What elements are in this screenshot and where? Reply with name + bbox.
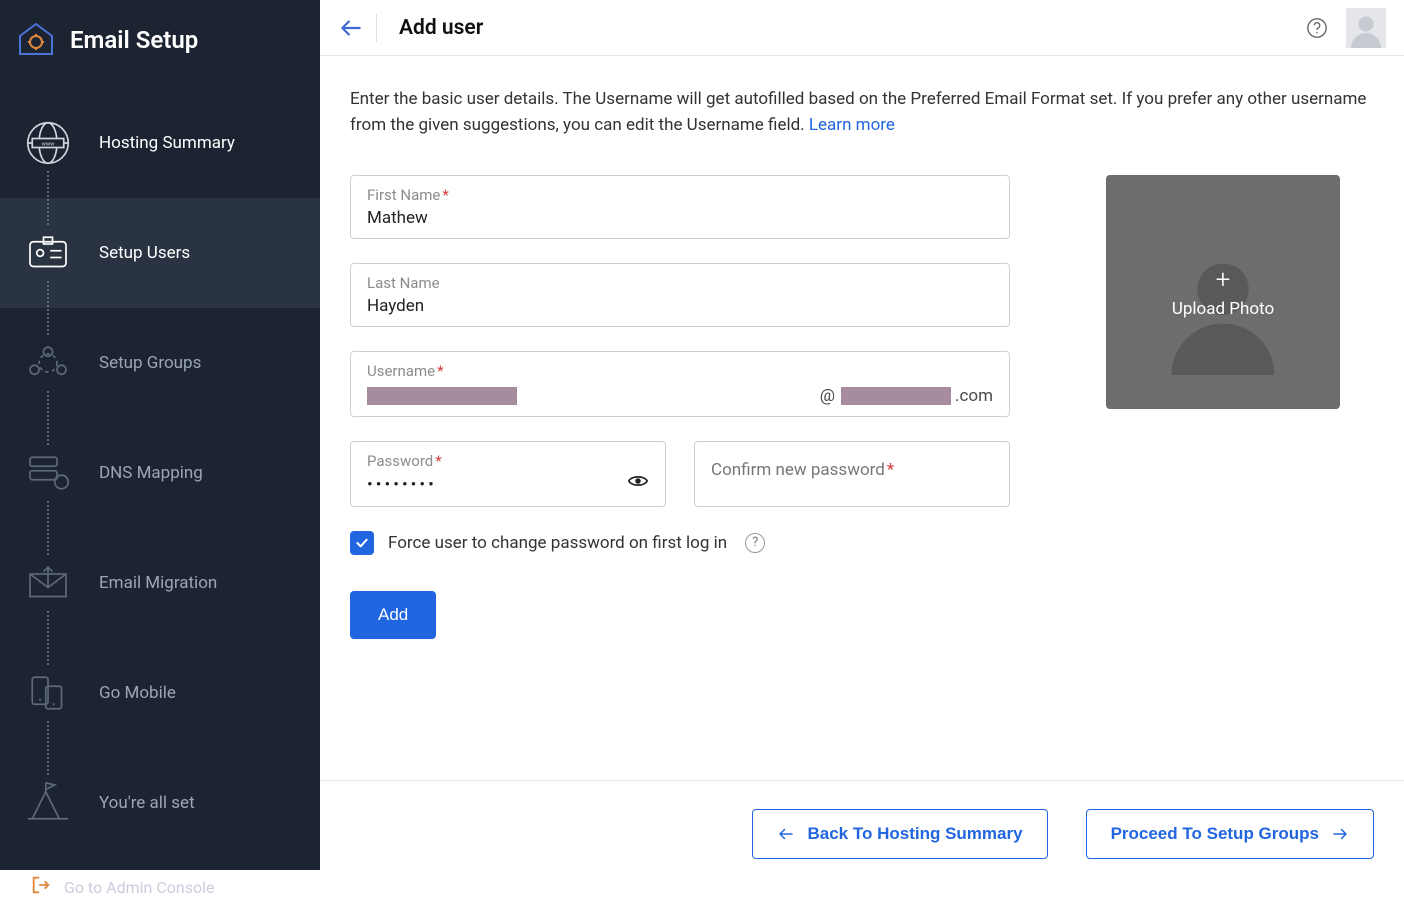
last-name-input[interactable] (367, 296, 993, 316)
help-icon[interactable] (1304, 15, 1330, 41)
proceed-to-setup-groups-button[interactable]: Proceed To Setup Groups (1086, 809, 1374, 859)
back-button[interactable] (332, 9, 370, 47)
app-logo-icon (16, 20, 56, 60)
force-change-row: Force user to change password on first l… (350, 531, 1010, 555)
sidebar-nav: www Hosting Summary Setup Users Setup Gr… (0, 88, 320, 858)
dns-icon (20, 446, 75, 501)
plus-icon: + (1172, 265, 1274, 295)
content-area: Enter the basic user details. The Userna… (320, 56, 1404, 780)
id-card-icon (20, 226, 75, 281)
page-title: Add user (399, 16, 483, 40)
first-name-field[interactable]: First Name* (350, 175, 1010, 239)
password-field[interactable]: Password* •••••••• (350, 441, 666, 507)
annotation-arrow-icon (1350, 656, 1404, 780)
user-form: First Name* Last Name Username* @ (350, 175, 1010, 639)
sidebar-item-label: Go Mobile (99, 683, 176, 703)
user-avatar[interactable] (1346, 8, 1386, 48)
username-field[interactable]: Username* @ .com (350, 351, 1010, 417)
mobile-icon (20, 666, 75, 721)
sidebar-item-label: Setup Groups (99, 353, 201, 373)
sidebar-title: Email Setup (70, 26, 198, 54)
go-to-admin-console-link[interactable]: Go to Admin Console (0, 858, 320, 922)
force-change-help-icon[interactable]: ? (745, 533, 765, 553)
toggle-password-visibility-icon[interactable] (627, 470, 649, 496)
confirm-password-field[interactable]: Confirm new password* (694, 441, 1010, 507)
arrow-left-icon (777, 825, 795, 843)
last-name-field[interactable]: Last Name (350, 263, 1010, 327)
svg-text:www: www (41, 141, 54, 147)
force-change-checkbox[interactable] (350, 531, 374, 555)
intro-text: Enter the basic user details. The Userna… (350, 86, 1374, 139)
add-button[interactable]: Add (350, 591, 436, 639)
sidebar-item-label: You're all set (99, 793, 195, 813)
first-name-input[interactable] (367, 208, 993, 228)
sidebar-item-label: Setup Users (99, 243, 190, 263)
exit-icon (30, 874, 52, 900)
learn-more-link[interactable]: Learn more (809, 115, 895, 135)
sidebar: Email Setup www Hosting Summary Setup Us… (0, 0, 320, 870)
upload-photo-box[interactable]: + Upload Photo (1106, 175, 1340, 409)
footer-nav: Back To Hosting Summary Proceed To Setup… (320, 780, 1404, 870)
sidebar-item-label: Email Migration (99, 573, 217, 593)
sidebar-item-hosting-summary[interactable]: www Hosting Summary (0, 88, 320, 198)
globe-icon: www (20, 116, 75, 171)
sidebar-header: Email Setup (0, 0, 320, 88)
username-input[interactable] (367, 387, 517, 405)
domain-redacted (841, 387, 951, 405)
password-input[interactable]: •••••••• (367, 475, 627, 495)
envelope-icon (20, 556, 75, 611)
topbar: Add user (320, 0, 1404, 56)
back-to-hosting-button[interactable]: Back To Hosting Summary (752, 809, 1047, 859)
admin-console-label: Go to Admin Console (64, 878, 214, 897)
groups-icon (20, 336, 75, 391)
sidebar-item-label: Hosting Summary (99, 133, 235, 153)
main-panel: Add user Enter the basic user details. T… (320, 0, 1404, 870)
arrow-right-icon (1331, 825, 1349, 843)
sidebar-item-label: DNS Mapping (99, 463, 203, 483)
flag-icon (20, 776, 75, 831)
